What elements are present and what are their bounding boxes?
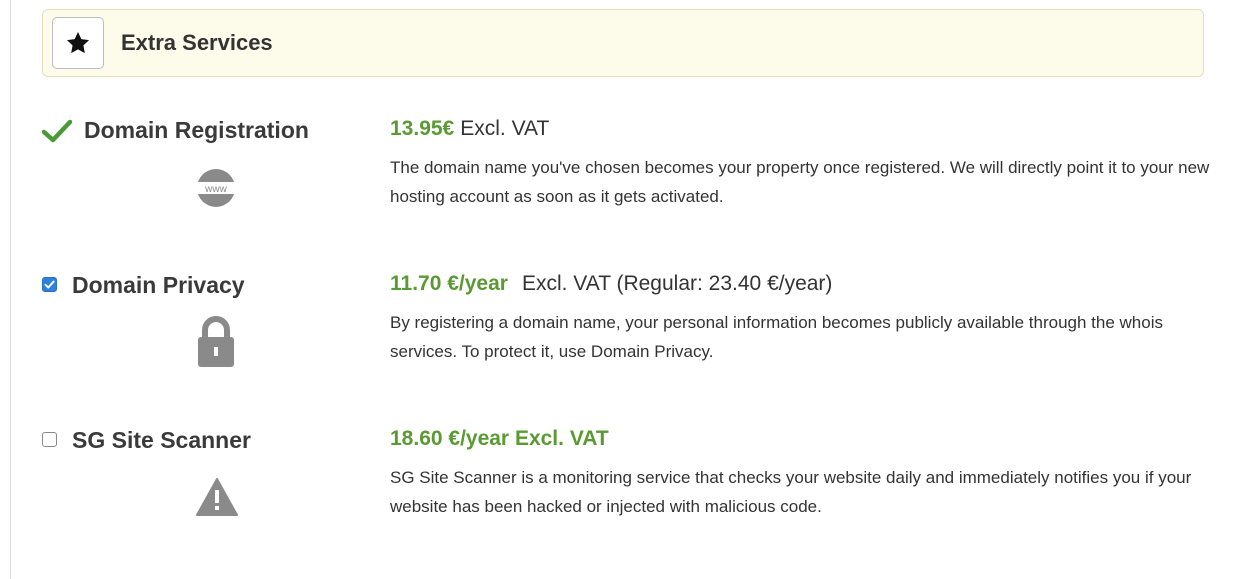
price: 13.95€ xyxy=(390,117,455,140)
warning-icon xyxy=(195,477,239,522)
service-description: By registering a domain name, your perso… xyxy=(390,313,1163,361)
service-description: The domain name you've chosen becomes yo… xyxy=(390,158,1210,206)
left-border xyxy=(10,0,11,579)
domain-privacy-checkbox[interactable] xyxy=(42,277,57,292)
check-icon xyxy=(41,119,73,148)
extra-services-header: Extra Services xyxy=(42,9,1204,77)
service-name: Domain Registration xyxy=(84,117,309,143)
star-icon xyxy=(52,17,104,69)
www-globe-icon: www xyxy=(194,166,238,215)
service-name: Domain Privacy xyxy=(72,272,245,298)
price-note: Excl. VAT xyxy=(460,117,550,140)
price: 11.70 €/year xyxy=(390,272,508,295)
www-icon-text: www xyxy=(204,184,227,195)
service-name: SG Site Scanner xyxy=(72,427,251,453)
price: 18.60 €/year Excl. VAT xyxy=(390,427,609,450)
section-title: Extra Services xyxy=(121,30,273,55)
service-description: SG Site Scanner is a monitoring service … xyxy=(390,468,1192,516)
lock-icon xyxy=(196,316,236,373)
price-note: Excl. VAT (Regular: 23.40 €/year) xyxy=(521,272,833,295)
sg-site-scanner-checkbox[interactable] xyxy=(42,432,57,447)
